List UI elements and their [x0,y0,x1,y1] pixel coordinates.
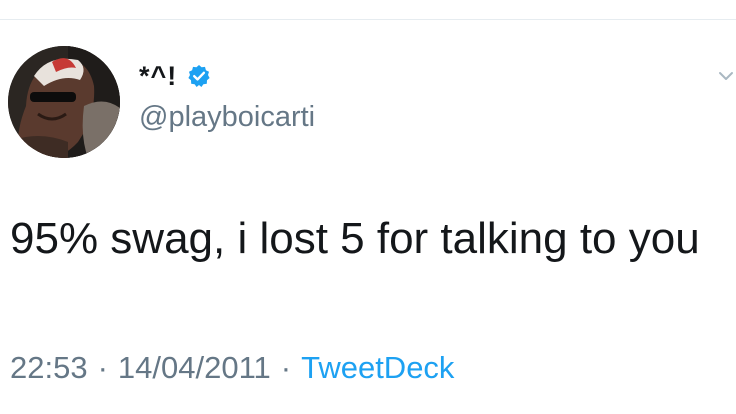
avatar-image [8,46,120,158]
display-name[interactable]: *^! [139,61,177,92]
tweet-date[interactable]: 14/04/2011 [118,350,271,385]
top-divider [0,19,736,20]
display-name-row[interactable]: *^! [139,59,211,93]
meta-separator: · [97,350,108,385]
tweet-time[interactable]: 22:53 [10,350,88,385]
verified-badge-icon [187,64,211,88]
tweet-text: 95% swag, i lost 5 for talking to you [10,214,700,263]
tweet-meta: 22:53 · 14/04/2011 · TweetDeck [10,350,454,386]
chevron-down-icon[interactable] [716,66,736,86]
avatar[interactable] [8,46,120,158]
tweet-source-link[interactable]: TweetDeck [301,350,454,385]
user-handle[interactable]: @playboicarti [139,101,315,134]
meta-separator: · [280,350,292,385]
tweet-page: *^! @playboicarti 95% swag, i lost 5 for… [0,0,736,414]
